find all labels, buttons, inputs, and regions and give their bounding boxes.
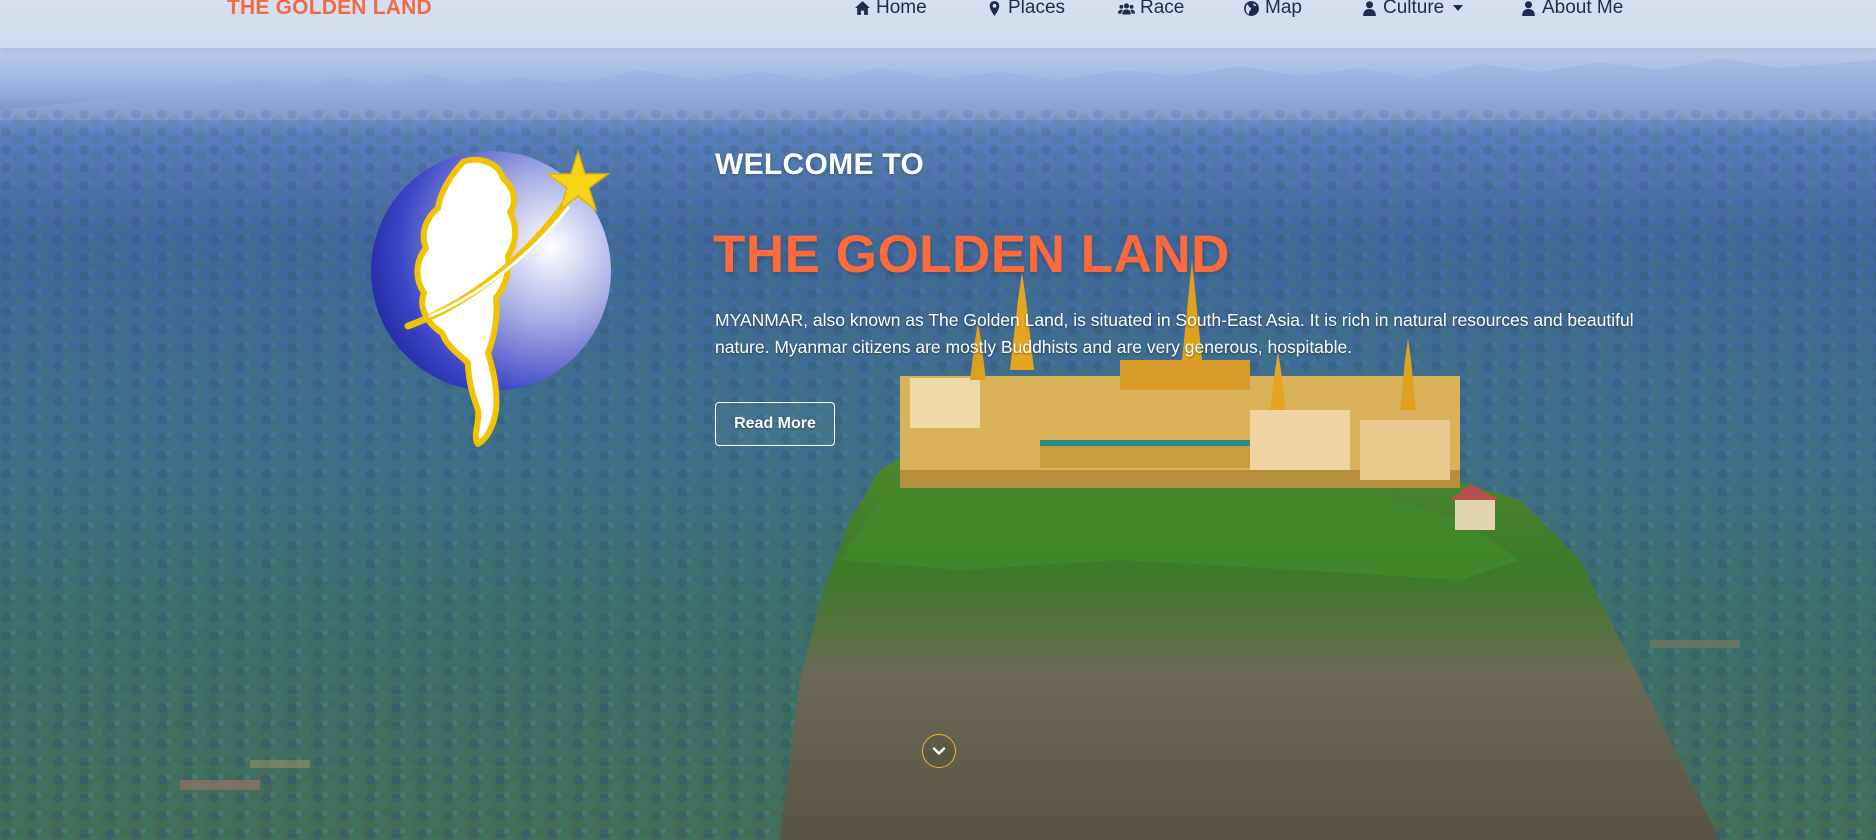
scroll-down-button[interactable] <box>922 734 956 768</box>
nav-item-map[interactable]: Map <box>1243 0 1302 20</box>
map-marker-icon <box>989 0 1000 16</box>
nav-item-label: About Me <box>1542 0 1624 18</box>
globe-icon <box>1244 0 1259 16</box>
myanmar-map-star-logo <box>371 149 611 447</box>
hero-background <box>0 0 1876 840</box>
users-icon <box>1118 2 1135 14</box>
user-icon <box>1363 0 1376 16</box>
home-icon <box>855 0 870 15</box>
nav-item-label: Home <box>876 0 927 18</box>
hero-title: THE GOLDEN LAND <box>713 225 1230 284</box>
navbar: THE GOLDEN LAND Home Places Race Map Cul… <box>0 0 1876 48</box>
nav-item-race[interactable]: Race <box>1118 0 1184 20</box>
nav-item-home[interactable]: Home <box>854 0 927 20</box>
brand-logo-text[interactable]: THE GOLDEN LAND <box>227 0 432 20</box>
nav-item-culture-dropdown[interactable]: Culture <box>1361 0 1464 20</box>
welcome-heading: WELCOME TO <box>715 148 925 181</box>
read-more-button[interactable]: Read More <box>715 402 835 446</box>
nav-item-label: Culture <box>1383 0 1445 18</box>
nav-item-places[interactable]: Places <box>986 0 1065 20</box>
chevron-down-icon <box>1453 5 1464 11</box>
user-icon <box>1522 0 1535 16</box>
nav-item-label: Race <box>1140 0 1185 18</box>
nav-item-label: Places <box>1008 0 1066 18</box>
nav-item-label: Map <box>1265 0 1302 18</box>
nav-item-about-me[interactable]: About Me <box>1520 0 1623 20</box>
chevron-down-icon <box>932 747 946 755</box>
hero-description: MYANMAR, also known as The Golden Land, … <box>715 310 1634 357</box>
